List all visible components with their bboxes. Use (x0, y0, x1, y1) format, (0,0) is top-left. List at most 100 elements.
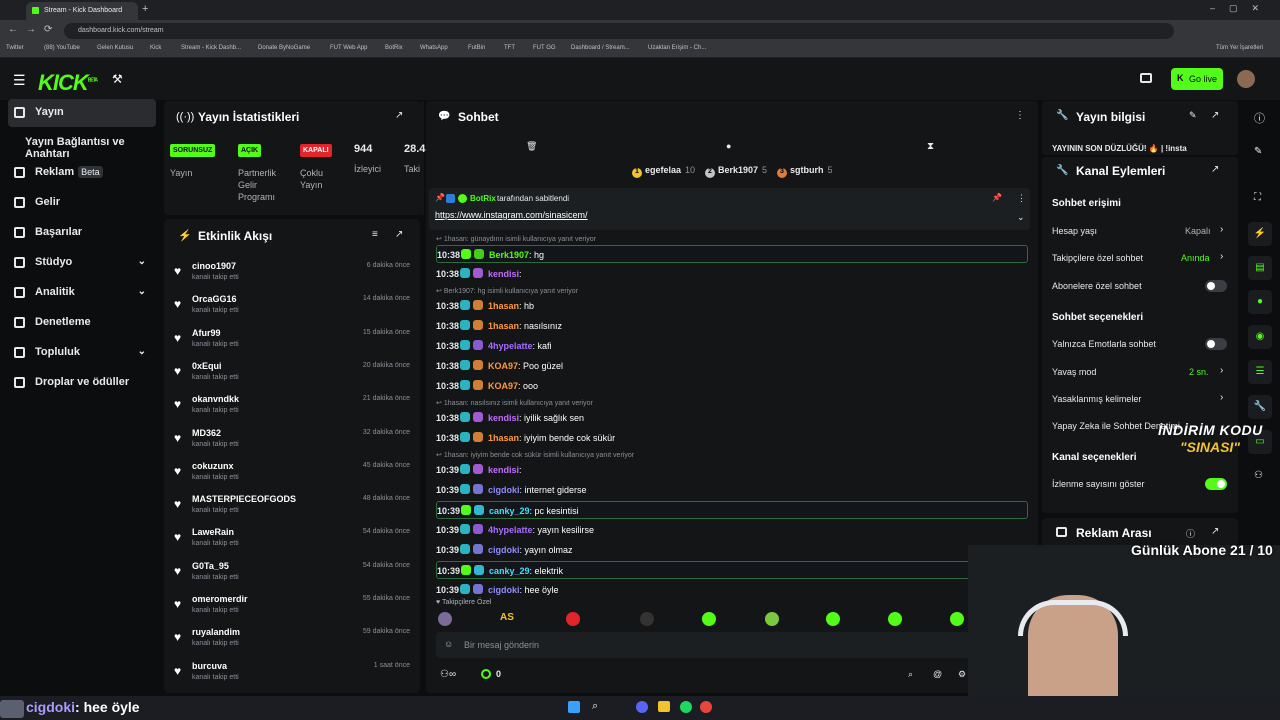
feed-username[interactable]: G0Ta_95 (192, 561, 229, 571)
sub-chat-toggle[interactable] (1205, 280, 1227, 292)
chat-rail-icon[interactable]: ● (1248, 290, 1272, 314)
chat-username[interactable]: kendisi (488, 413, 519, 423)
feed-username[interactable]: cinoo1907 (192, 261, 236, 271)
nav-buttons[interactable]: ←→⟳ (8, 24, 60, 35)
bookmark-item[interactable]: Gelen Kutusu (97, 45, 133, 51)
pinned-menu-icon[interactable]: ⋮ (1017, 193, 1026, 204)
channel-actions-popout-icon[interactable]: ↗ (1211, 164, 1219, 175)
feed-username[interactable]: burcuva (192, 661, 227, 671)
kick-logo[interactable]: KICKBETA (38, 70, 98, 96)
chat-menu-icon[interactable]: ⋮ (1015, 110, 1025, 121)
emote-icon[interactable] (888, 612, 902, 626)
chat-mode-icon[interactable]: ● (726, 141, 731, 151)
chevron-right-icon[interactable]: › (1220, 224, 1223, 235)
bookmark-item[interactable]: BotRix (385, 45, 403, 51)
chat-username[interactable]: KOA97 (488, 381, 518, 391)
chat-input[interactable]: ☺ Bir mesaj gönderin (436, 632, 1028, 658)
follower-chat-value[interactable]: Anında (1181, 253, 1210, 263)
bookmark-item[interactable]: Stream - Kick Dashb... (181, 45, 241, 51)
sidebar-item-1[interactable]: Yayın Bağlantısı ve Anahtarı (8, 129, 156, 160)
bookmark-item[interactable]: FUT Web App (330, 45, 367, 51)
filter-icon[interactable]: ≡ (372, 229, 378, 240)
top-chatter[interactable]: 2 Berk1907 5 (705, 165, 767, 178)
top-chatter[interactable]: 1 egefelaa 10 (632, 165, 695, 178)
window-controls[interactable]: –▢✕ (1210, 3, 1273, 14)
chat-username[interactable]: Berk1907 (489, 250, 529, 260)
trash-icon[interactable]: 🗑 (526, 141, 537, 152)
show-viewers-toggle[interactable] (1205, 478, 1227, 490)
edit-icon[interactable]: ✎ (1189, 110, 1197, 121)
sidebar-item-6[interactable]: Analitik ⌄ (8, 279, 156, 307)
chat-username[interactable]: 1hasan (488, 433, 519, 443)
new-tab-icon[interactable]: + (142, 3, 148, 15)
emote-icon[interactable] (566, 612, 580, 626)
users-icon[interactable]: ⚇∞ (440, 669, 456, 680)
sidebar-item-0[interactable]: Yayın (8, 99, 156, 127)
feed-username[interactable]: Afur99 (192, 328, 221, 338)
emote-icon[interactable]: AS (500, 612, 514, 626)
chat-username[interactable]: cigdoki (488, 545, 520, 555)
feed-username[interactable]: okanvndkk (192, 394, 239, 404)
folder-icon[interactable] (658, 701, 670, 712)
popout-icon[interactable]: ↗ (395, 110, 403, 121)
document-rail-icon[interactable]: ▤ (1248, 256, 1272, 280)
sidebar-item-8[interactable]: Topluluk ⌄ (8, 339, 156, 367)
info-rail-icon[interactable]: ⓘ (1254, 110, 1265, 126)
hammer-icon[interactable]: ⚒ (112, 72, 123, 86)
chat-message[interactable]: 10:39 canky_29: elektrik (436, 561, 1028, 579)
list-rail-icon[interactable]: ☰ (1248, 360, 1272, 384)
chevron-down-icon[interactable]: ⌄ (138, 256, 146, 267)
hourglass-icon[interactable]: ⧗ (927, 141, 934, 152)
chevron-right-icon[interactable]: › (1220, 251, 1223, 262)
chat-username[interactable]: 4hypelatte (488, 525, 533, 535)
wrench-rail-icon[interactable]: 🔧 (1248, 395, 1272, 419)
emote-icon[interactable] (702, 612, 716, 626)
feed-username[interactable]: ruyalandim (192, 627, 240, 637)
ad-popout-icon[interactable]: ↗ (1211, 526, 1219, 537)
chat-message[interactable]: 10:38 kendisi: iyilik sağlık sen (436, 409, 1028, 427)
feed-username[interactable]: MASTERPIECEOFGODS (192, 494, 296, 504)
top-chatter[interactable]: 3 sgtburh 5 (777, 165, 833, 178)
bookmark-item[interactable]: TFT (504, 45, 515, 51)
pencil-rail-icon[interactable]: ✎ (1254, 146, 1262, 157)
chat-username[interactable]: 4hypelatte (488, 341, 533, 351)
chat-message[interactable]: 10:39 canky_29: pc kesintisi (436, 501, 1028, 519)
broadcast-rail-icon[interactable]: ◉ (1248, 325, 1272, 349)
sidebar-item-5[interactable]: Stüdyo ⌄ (8, 249, 156, 277)
emote-icon[interactable] (826, 612, 840, 626)
chrome-icon[interactable] (700, 701, 712, 713)
bookmark-item[interactable]: Dashboard / Stream... (571, 45, 630, 51)
bookmark-item[interactable]: Twitter (6, 45, 24, 51)
sidebar-item-3[interactable]: Gelir (8, 189, 156, 217)
bookmark-item[interactable]: FUT GG (533, 45, 556, 51)
bookmark-item[interactable]: Uzaktan Erişim - Ch... (648, 45, 706, 51)
chevron-down-icon[interactable]: ⌄ (1017, 212, 1025, 223)
emote-icon[interactable] (765, 612, 779, 626)
chevron-down-icon[interactable]: ⌄ (138, 346, 146, 357)
feed-username[interactable]: OrcaGG16 (192, 294, 237, 304)
chat-username[interactable]: canky_29 (489, 506, 530, 516)
avatar[interactable] (1237, 70, 1255, 88)
chat-message[interactable]: 10:39 cigdoki: yayın olmaz (436, 541, 1028, 559)
chevron-down-icon[interactable]: ⌄ (138, 286, 146, 297)
chat-message[interactable]: 10:39 kendisi: (436, 461, 1028, 479)
slow-mode-value[interactable]: 2 sn. (1189, 367, 1209, 377)
bookmark-item[interactable]: Donate ByNoGame (258, 45, 310, 51)
studio-icon[interactable] (1140, 73, 1152, 83)
chat-message[interactable]: 10:38 KOA97: ooo (436, 377, 1028, 395)
chat-message[interactable]: 10:38 kendisi: (436, 265, 1028, 283)
more-rail-icon[interactable]: ⚇ (1254, 470, 1263, 481)
feed-popout-icon[interactable]: ↗ (395, 229, 403, 240)
bookmark-item[interactable]: WhatsApp (420, 45, 448, 51)
chat-username[interactable]: cigdoki (488, 485, 520, 495)
pinned-link[interactable]: https://www.instagram.com/sinasicem/ (435, 210, 588, 220)
chat-message[interactable]: 10:38 KOA97: Poo güzel (436, 357, 1028, 375)
chat-username[interactable]: canky_29 (489, 566, 530, 576)
chat-username[interactable]: cigdoki (488, 585, 520, 595)
chat-username[interactable]: kendisi (488, 269, 519, 279)
chat-message[interactable]: 10:39 4hypelatte: yayın kesilirse (436, 521, 1028, 539)
url-field[interactable]: dashboard.kick.com/stream (64, 23, 1174, 39)
emote-only-toggle[interactable] (1205, 338, 1227, 350)
feed-username[interactable]: LaweRain (192, 527, 234, 537)
settings-gear-icon[interactable]: ⚙ (958, 669, 966, 680)
